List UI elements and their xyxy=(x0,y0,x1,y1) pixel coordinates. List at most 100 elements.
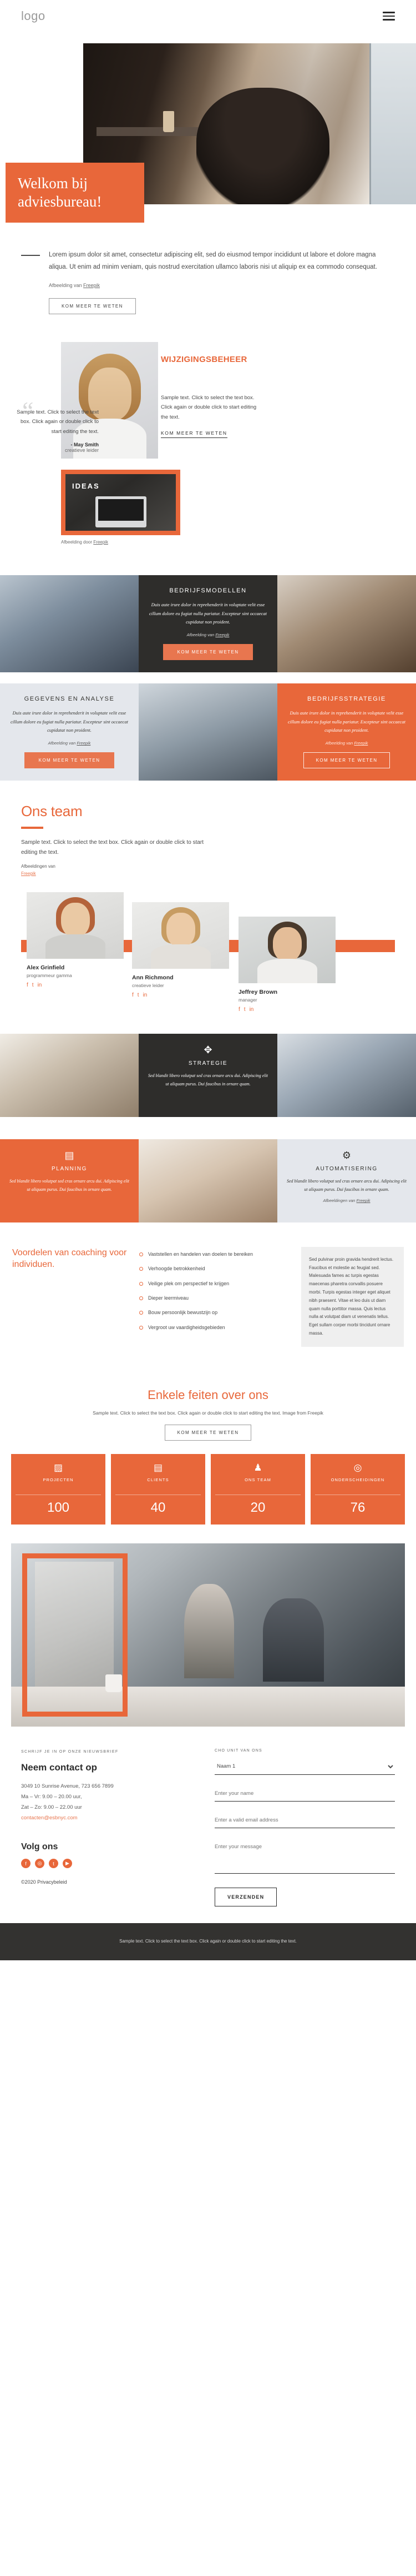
service-card-bedrijfsmodellen: BEDRIJFSMODELLEN Duis aute irure dolor i… xyxy=(139,575,277,672)
instagram-icon[interactable]: in xyxy=(38,982,42,988)
contact-email-link[interactable]: contacten@esbnyc.com xyxy=(21,1813,201,1823)
award-icon: ◎ xyxy=(353,1462,362,1473)
service-body: Duis aute irure dolor in reprehenderit i… xyxy=(288,710,405,733)
features-mosaic-row-1: ✥ STRATEGIE Sed blandit libero volutpat … xyxy=(0,1033,416,1117)
credit-prefix: Afbeelding van xyxy=(325,741,354,746)
feature-card-planning: ▤ PLANNING Sed blandit libero volutpat s… xyxy=(0,1139,139,1222)
fact-card-onderscheidingen: ◎ ONDERSCHEIDINGEN 76 xyxy=(311,1454,405,1525)
service-credit: Afbeelding van Freepik xyxy=(149,632,267,637)
fact-card-clients: ▤ CLIENTS 40 xyxy=(111,1454,205,1525)
team-member-socials: f t in xyxy=(132,992,229,998)
feature-credit: Afbeeldingen van Freepik xyxy=(286,1198,407,1203)
team-subtitle: Sample text. Click to select the text bo… xyxy=(21,839,204,856)
learn-more-button[interactable]: KOM MEER TE WETEN xyxy=(49,298,136,314)
testimonial-author: - May Smith xyxy=(70,441,99,447)
service-credit: Afbeelding van Freepik xyxy=(10,741,129,746)
gear-icon: ⚙ xyxy=(342,1149,352,1161)
site-logo[interactable]: logo xyxy=(21,9,45,23)
service-image-coffee-meeting xyxy=(277,575,416,672)
hamburger-menu-icon[interactable] xyxy=(383,12,395,21)
name-select[interactable]: Naam 1 Naam 2 Naam 3 xyxy=(215,1758,395,1775)
credit-link[interactable]: Freepik xyxy=(77,741,90,746)
email-input[interactable] xyxy=(215,1813,395,1829)
avatar xyxy=(239,916,336,983)
twitter-icon[interactable]: t xyxy=(138,992,139,998)
service-cta-button[interactable]: KOM MEER TE WETEN xyxy=(163,644,253,660)
instagram-icon[interactable]: in xyxy=(250,1007,254,1013)
service-cta-button[interactable]: KOM MEER TE WETEN xyxy=(303,752,390,769)
footer-bar: Sample text. Click to select the text bo… xyxy=(0,1923,416,1960)
service-cta-button[interactable]: KOM MEER TE WETEN xyxy=(24,752,115,769)
instagram-icon[interactable]: in xyxy=(143,992,148,998)
hero-section: Welkom bij adviesbureau! xyxy=(0,32,416,232)
benefits-list: Vaststellen en handelen van doelen te be… xyxy=(139,1247,293,1335)
contact-heading: Neem contact op xyxy=(21,1762,97,1773)
service-image-businessmen xyxy=(0,575,139,672)
change-body: Sample text. Click to select the text bo… xyxy=(161,394,257,420)
footer-socials: f ◎ t ▶ xyxy=(21,1859,201,1869)
list-item: Verhoogde betrokkenheid xyxy=(139,1261,293,1276)
testimonial-role: creatieve leider xyxy=(64,447,99,453)
twitter-icon[interactable]: t xyxy=(49,1859,58,1869)
change-copy: Sample text. Click to select the text bo… xyxy=(161,393,261,438)
service-body: Duis aute irure dolor in reprehenderit i… xyxy=(11,710,128,733)
feature-title: PLANNING xyxy=(52,1165,87,1172)
team-members-grid: Alex Grinfield programmeur gamma f t in … xyxy=(21,892,395,1012)
feature-image-woman-laptop xyxy=(0,1033,139,1117)
name-input[interactable] xyxy=(215,1786,395,1802)
credit-link[interactable]: Freepik xyxy=(357,1198,371,1203)
contact-form: CHO UNIT VAN ONS Naam 1 Naam 2 Naam 3 VE… xyxy=(215,1749,395,1907)
facts-cta-button[interactable]: KOM MEER TE WETEN xyxy=(164,1425,252,1441)
service-card-gegevens-analyse: GEGEVENS EN ANALYSE Duis aute irure dolo… xyxy=(0,683,139,781)
benefits-heading: Voordelen van coaching voor individuen. xyxy=(12,1247,127,1270)
credit-link[interactable]: Freepik xyxy=(21,871,36,876)
address-line-3: Zat – Zo: 9.00 – 22.00 uur xyxy=(21,1804,82,1811)
team-member-name: Jeffrey Brown xyxy=(239,988,278,995)
avatar-torso-decor xyxy=(150,944,211,969)
fact-card-ons-team: ♟ ONS TEAM 20 xyxy=(211,1454,305,1525)
change-heading: WIJZIGINGSBEHEER xyxy=(161,354,247,364)
facebook-icon[interactable]: f xyxy=(132,992,134,998)
footer-text: Sample text. Click to select the text bo… xyxy=(119,1939,297,1944)
feature-image-smiling-woman xyxy=(139,1139,277,1222)
follow-heading: Volg ons xyxy=(21,1842,58,1852)
list-item: Vaststellen en handelen van doelen te be… xyxy=(139,1247,293,1261)
credit-link[interactable]: Freepik xyxy=(354,741,368,746)
credit-prefix: Afbeelding van xyxy=(186,632,216,637)
fact-label: ONS TEAM xyxy=(245,1477,271,1483)
contact-info-column: SCHRIJF JE IN OP ONZE NIEUWSBRIEF Neem c… xyxy=(21,1749,201,1906)
credit-link[interactable]: Freepik xyxy=(93,540,108,545)
team-member-role: manager xyxy=(239,997,257,1003)
facebook-icon[interactable]: f xyxy=(239,1007,240,1013)
instagram-icon[interactable]: ◎ xyxy=(35,1859,44,1869)
service-title: GEGEVENS EN ANALYSE xyxy=(24,696,115,702)
submit-button[interactable]: VERZENDEN xyxy=(215,1888,277,1907)
team-accent-bar xyxy=(21,827,43,829)
facts-section: Enkele feiten over ons Sample text. Clic… xyxy=(0,1371,416,1441)
address-line-1: 3049 10 Sunrise Avenue, 723 656 7899 xyxy=(21,1783,114,1790)
contact-address: 3049 10 Sunrise Avenue, 723 656 7899 Ma … xyxy=(21,1781,201,1823)
people-icon: ♟ xyxy=(253,1462,262,1473)
hero-window-decor xyxy=(369,43,416,204)
avatar-face-decor xyxy=(272,927,302,962)
fact-value: 40 xyxy=(150,1500,166,1516)
feature-body: Sed blandit libero volutpat sed cras orn… xyxy=(148,1073,268,1086)
team-heading: Ons team xyxy=(21,803,83,820)
intro-image-credit: Afbeelding van Freepik xyxy=(49,283,395,288)
youtube-icon[interactable]: ▶ xyxy=(63,1859,72,1869)
facebook-icon[interactable]: f xyxy=(21,1859,31,1869)
team-member-name: Ann Richmond xyxy=(132,974,174,981)
twitter-icon[interactable]: t xyxy=(244,1007,246,1013)
twitter-icon[interactable]: t xyxy=(32,982,34,988)
document-icon: ▤ xyxy=(153,1462,163,1473)
facebook-icon[interactable]: f xyxy=(27,982,28,988)
message-textarea[interactable] xyxy=(215,1839,395,1874)
fact-label: ONDERSCHEIDINGEN xyxy=(331,1477,385,1483)
facts-grid: ▨ PROJECTEN 100 ▤ CLIENTS 40 ♟ ONS TEAM … xyxy=(0,1441,416,1543)
credit-link[interactable]: Freepik xyxy=(215,632,229,637)
intro-body: Lorem ipsum dolor sit amet, consectetur … xyxy=(49,249,395,314)
change-learn-more-link[interactable]: KOM MEER TE WETEN xyxy=(161,430,227,438)
service-card-bedrijfsstrategie: BEDRIJFSSTRATEGIE Duis aute irure dolor … xyxy=(277,683,416,781)
list-item: Dieper leermiveau xyxy=(139,1291,293,1305)
credit-link[interactable]: Freepik xyxy=(83,283,100,288)
